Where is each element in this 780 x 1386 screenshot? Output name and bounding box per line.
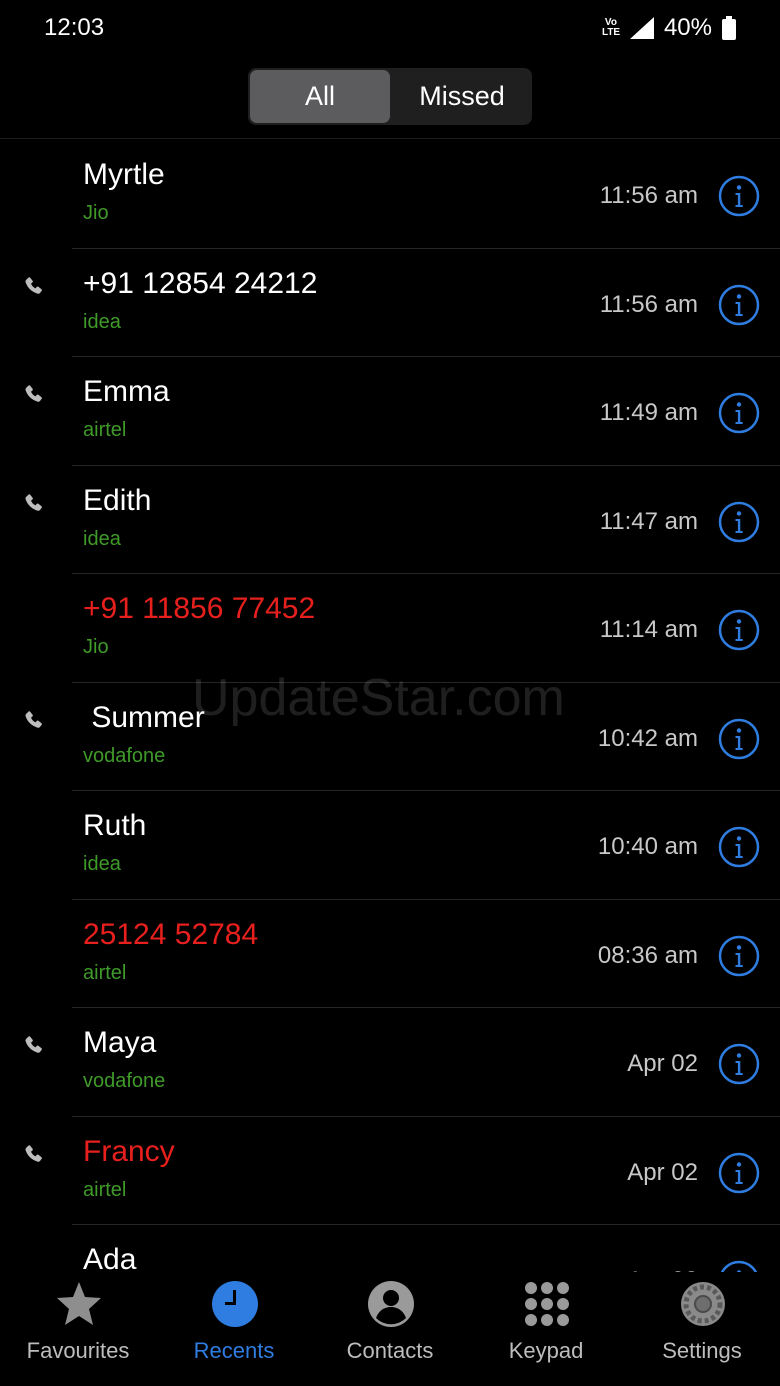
tab-favourites[interactable]: Favourites — [0, 1272, 156, 1386]
call-row[interactable]: Maya vodafone Apr 02 — [0, 1008, 780, 1117]
caller-name: Myrtle — [83, 158, 165, 191]
info-icon[interactable] — [718, 935, 760, 977]
tab-label: Recents — [193, 1338, 275, 1363]
call-row[interactable]: Ruth idea 10:40 am — [0, 791, 780, 900]
person-icon — [367, 1280, 415, 1328]
caller-name: Maya — [83, 1026, 157, 1059]
call-row[interactable]: +91 12854 24212 idea 11:56 am — [0, 249, 780, 357]
carrier-label: airtel — [83, 1178, 127, 1201]
clock-icon — [211, 1280, 259, 1328]
battery-percent: 40% — [663, 14, 712, 41]
call-time: 11:47 am — [599, 507, 698, 535]
carrier-label: airtel — [83, 961, 127, 984]
call-row[interactable]: AdaApr 02 — [0, 1225, 780, 1272]
carrier-label: idea — [83, 310, 121, 333]
battery-icon — [722, 16, 736, 40]
caller-name: +91 12854 24212 — [83, 266, 318, 300]
outgoing-call-icon — [22, 383, 46, 407]
call-time: 10:40 am — [597, 833, 698, 860]
caller-name: Summer — [83, 700, 205, 734]
call-time: Apr 02 — [627, 1050, 698, 1077]
volte-icon: Vo LTE — [602, 18, 620, 38]
caller-name: Ruth — [83, 809, 147, 842]
outgoing-call-icon — [22, 492, 46, 516]
caller-name: Edith — [83, 483, 152, 517]
call-time: 11:49 am — [599, 399, 698, 426]
star-icon — [55, 1280, 103, 1328]
call-filter-segment: All Missed — [248, 68, 532, 125]
tab-recents[interactable]: Recents — [156, 1272, 312, 1386]
info-icon[interactable] — [718, 1260, 760, 1272]
caller-name: 25124 52784 — [83, 917, 259, 951]
caller-name: Ada — [83, 1243, 137, 1272]
tab-settings[interactable]: Settings — [624, 1272, 780, 1386]
gear-icon — [679, 1280, 727, 1328]
recent-calls-list[interactable]: Myrtle Jio 11:56 am +91 12854 24212 idea 11:5… — [0, 140, 780, 1272]
call-time: 11:56 am — [599, 290, 698, 318]
bottom-tab-bar: Favourites Recents Contacts Keypad Settings — [0, 1272, 780, 1386]
info-icon[interactable] — [718, 392, 760, 434]
outgoing-call-icon — [22, 275, 46, 299]
info-icon[interactable] — [718, 501, 760, 543]
info-icon[interactable] — [718, 175, 760, 217]
call-row[interactable]: Edith idea 11:47 am — [0, 466, 780, 574]
caller-name: Emma — [83, 375, 170, 408]
tab-label: Keypad — [508, 1338, 584, 1363]
segment-all[interactable]: All — [250, 70, 390, 123]
info-icon[interactable] — [718, 826, 760, 868]
signal-icon — [629, 17, 654, 39]
info-icon[interactable] — [718, 718, 760, 760]
carrier-label: airtel — [83, 419, 127, 441]
tab-contacts[interactable]: Contacts — [312, 1272, 468, 1386]
call-time: 11:56 am — [599, 182, 698, 209]
status-bar: 12:03 Vo LTE 40% — [0, 0, 780, 56]
call-row[interactable]: 25124 52784 airtel 08:36 am — [0, 900, 780, 1008]
outgoing-call-icon — [22, 1143, 46, 1167]
volte-bottom-label: LTE — [601, 27, 621, 38]
carrier-label: idea — [83, 527, 121, 550]
tab-label: Favourites — [26, 1338, 130, 1363]
info-icon[interactable] — [718, 1043, 760, 1085]
call-row[interactable]: Myrtle Jio 11:56 am — [0, 140, 780, 249]
header-divider — [0, 138, 780, 139]
call-time: Apr 02 — [627, 1158, 698, 1186]
call-row[interactable]: Emma airtel 11:49 am — [0, 357, 780, 466]
call-row[interactable]: +91 11856 77452 Jio 11:14 am — [0, 574, 780, 683]
call-row[interactable]: Francy airtel Apr 02 — [0, 1117, 780, 1225]
keypad-icon — [523, 1280, 571, 1328]
carrier-label: vodafone — [83, 1070, 166, 1092]
segment-missed[interactable]: Missed — [392, 68, 532, 125]
info-icon[interactable] — [718, 284, 760, 326]
outgoing-call-icon — [22, 709, 46, 733]
status-time: 12:03 — [44, 14, 105, 41]
status-icons: Vo LTE 40% — [602, 14, 736, 42]
carrier-label: Jio — [83, 202, 109, 224]
info-icon[interactable] — [718, 609, 760, 651]
outgoing-call-icon — [22, 1034, 46, 1058]
carrier-label: vodafone — [83, 744, 166, 767]
tab-keypad[interactable]: Keypad — [468, 1272, 624, 1386]
call-time: 10:42 am — [597, 724, 698, 752]
tab-label: Settings — [662, 1338, 742, 1363]
carrier-label: Jio — [83, 636, 109, 658]
call-time: 08:36 am — [597, 941, 698, 969]
call-time: 11:14 am — [599, 616, 698, 643]
tab-label: Contacts — [346, 1338, 434, 1363]
carrier-label: idea — [83, 853, 121, 875]
info-icon[interactable] — [718, 1152, 760, 1194]
call-row[interactable]: Summer vodafone 10:42 am — [0, 683, 780, 791]
caller-name: Francy — [83, 1134, 175, 1168]
caller-name: +91 11856 77452 — [83, 592, 316, 625]
